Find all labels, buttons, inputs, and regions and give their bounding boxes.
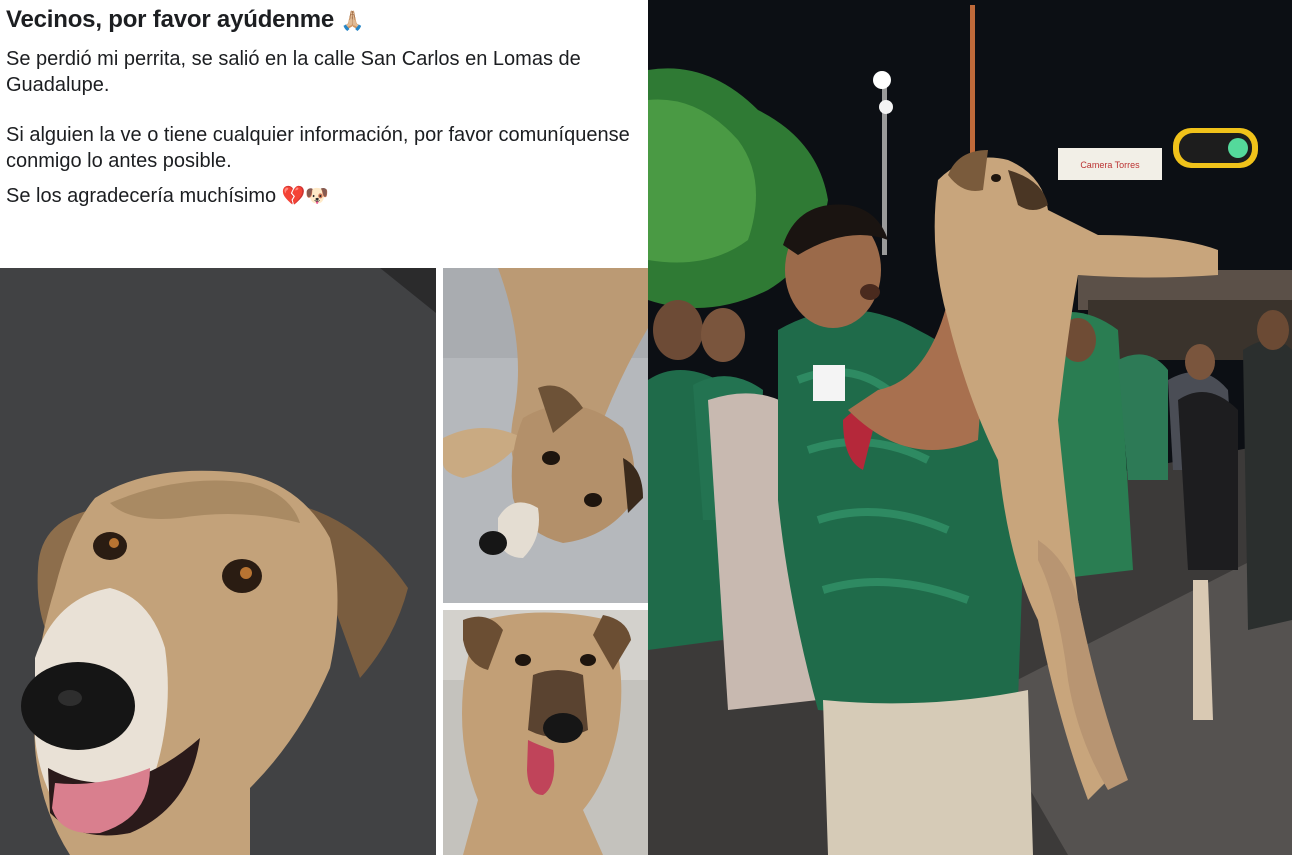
post-title-text: Vecinos, por favor ayúdenme xyxy=(6,6,335,33)
celebration-crowd-photo: Camera Torres xyxy=(648,0,1292,855)
post-paragraph-thanks: Se los agradecería muchísimo 💔🐶 xyxy=(6,183,648,209)
dog-portrait-photo xyxy=(0,268,436,855)
dog-sitting-photo xyxy=(443,610,648,855)
praying-hands-icon: 🙏🏼 xyxy=(340,10,365,32)
broken-heart-dog-icon: 💔🐶 xyxy=(281,185,330,207)
post-title: Vecinos, por favor ayúdenme 🙏🏼 xyxy=(6,4,648,37)
post-thanks-text: Se los agradecería muchísimo xyxy=(6,185,277,207)
street-sign-text: Camera Torres xyxy=(1080,160,1140,170)
dog-lying-photo xyxy=(443,268,648,603)
post-paragraph-contact: Si alguien la ve o tiene cualquier infor… xyxy=(6,124,630,172)
lost-dog-post: Vecinos, por favor ayúdenme 🙏🏼 Se perdió… xyxy=(0,0,648,855)
post-paragraph-lost: Se perdió mi perrita, se salió en la cal… xyxy=(6,48,581,96)
post-text-block: Vecinos, por favor ayúdenme 🙏🏼 Se perdió… xyxy=(0,0,648,268)
